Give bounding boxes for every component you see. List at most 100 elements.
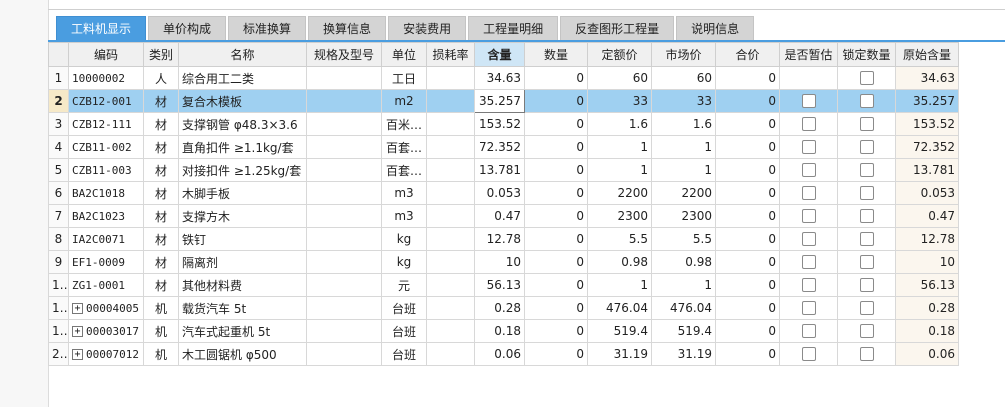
lock-quantity-checkbox[interactable] [859, 163, 874, 178]
spec-cell[interactable] [306, 296, 382, 320]
total-cell[interactable]: 0 [715, 181, 780, 205]
unit-cell[interactable]: m3 [381, 204, 427, 228]
header-category[interactable]: 类别 [143, 42, 179, 67]
quantity-cell[interactable]: 0 [524, 342, 588, 366]
header-unit[interactable]: 单位 [381, 42, 427, 67]
market-price-cell[interactable]: 5.5 [651, 227, 716, 251]
spec-cell[interactable] [306, 273, 382, 297]
provisional-checkbox[interactable] [801, 324, 816, 339]
provisional-checkbox[interactable] [801, 301, 816, 316]
quantity-cell[interactable]: 0 [524, 66, 588, 90]
name-cell[interactable]: 木工圆锯机 φ500 [178, 342, 307, 366]
provisional-checkbox[interactable] [801, 163, 816, 178]
unit-cell[interactable]: m3 [381, 181, 427, 205]
content-cell[interactable]: 34.63 [474, 66, 525, 90]
quota-price-cell[interactable]: 33 [587, 89, 652, 113]
quantity-cell[interactable]: 0 [524, 319, 588, 343]
total-cell[interactable]: 0 [715, 112, 780, 136]
tab-conversion-info[interactable]: 换算信息 [308, 16, 387, 40]
content-cell[interactable]: 0.47 [474, 204, 525, 228]
quota-price-cell[interactable]: 60 [587, 66, 652, 90]
unit-cell[interactable]: 台班 [381, 319, 427, 343]
market-price-cell[interactable]: 476.04 [651, 296, 716, 320]
lock-quantity-checkbox[interactable] [859, 278, 874, 293]
name-cell[interactable]: 支撑钢管 φ48.3×3.6 [178, 112, 307, 136]
total-cell[interactable]: 0 [715, 319, 780, 343]
provisional-checkbox[interactable] [801, 209, 816, 224]
loss-rate-cell[interactable] [426, 296, 475, 320]
quantity-cell[interactable]: 0 [524, 158, 588, 182]
content-cell[interactable]: 35.257 [474, 89, 525, 113]
market-price-cell[interactable]: 1 [651, 158, 716, 182]
header-content[interactable]: 含量 [474, 42, 525, 67]
quantity-cell[interactable]: 0 [524, 273, 588, 297]
provisional-checkbox[interactable] [801, 140, 816, 155]
name-cell[interactable]: 其他材料费 [178, 273, 307, 297]
content-cell[interactable]: 0.053 [474, 181, 525, 205]
tab-reverse-graphic-quantity[interactable]: 反查图形工程量 [560, 16, 675, 40]
loss-rate-cell[interactable] [426, 250, 475, 274]
quantity-cell[interactable]: 0 [524, 112, 588, 136]
market-price-cell[interactable]: 1 [651, 273, 716, 297]
lock-quantity-checkbox[interactable] [859, 209, 874, 224]
total-cell[interactable]: 0 [715, 135, 780, 159]
total-cell[interactable]: 0 [715, 158, 780, 182]
expand-icon[interactable]: + [72, 326, 83, 337]
quantity-cell[interactable]: 0 [524, 296, 588, 320]
quota-price-cell[interactable]: 519.4 [587, 319, 652, 343]
quantity-cell[interactable]: 0 [524, 227, 588, 251]
spec-cell[interactable] [306, 204, 382, 228]
provisional-checkbox[interactable] [801, 347, 816, 362]
content-cell[interactable]: 10 [474, 250, 525, 274]
loss-rate-cell[interactable] [426, 342, 475, 366]
loss-rate-cell[interactable] [426, 181, 475, 205]
code-cell[interactable]: EF1-0009 [68, 250, 144, 274]
code-cell[interactable]: CZB12-111 [68, 112, 144, 136]
total-cell[interactable]: 0 [715, 250, 780, 274]
quantity-cell[interactable]: 0 [524, 181, 588, 205]
tab-description-info[interactable]: 说明信息 [676, 16, 755, 40]
tab-labor-material-machine[interactable]: 工料机显示 [56, 16, 147, 40]
total-cell[interactable]: 0 [715, 342, 780, 366]
code-cell[interactable]: +00004005 [68, 296, 144, 320]
spec-cell[interactable] [306, 250, 382, 274]
provisional-checkbox[interactable] [801, 255, 816, 270]
loss-rate-cell[interactable] [426, 112, 475, 136]
quota-price-cell[interactable]: 0.98 [587, 250, 652, 274]
lock-quantity-checkbox[interactable] [859, 117, 874, 132]
spec-cell[interactable] [306, 66, 382, 90]
unit-cell[interactable]: 元 [381, 273, 427, 297]
market-price-cell[interactable]: 60 [651, 66, 716, 90]
quantity-cell[interactable]: 0 [524, 204, 588, 228]
quota-price-cell[interactable]: 476.04 [587, 296, 652, 320]
code-cell[interactable]: +00007012 [68, 342, 144, 366]
header-quota-price[interactable]: 定额价 [587, 42, 652, 67]
code-cell[interactable]: +00003017 [68, 319, 144, 343]
spec-cell[interactable] [306, 158, 382, 182]
table-row[interactable]: 19 +00003017 机汽车式起重机 5t 台班 0.18 0 519.4 519.4 0 0… [48, 319, 959, 343]
header-lock-quantity[interactable]: 锁定数量 [837, 42, 896, 67]
loss-rate-cell[interactable] [426, 89, 475, 113]
name-cell[interactable]: 载货汽车 5t [178, 296, 307, 320]
lock-quantity-checkbox[interactable] [859, 232, 874, 247]
category-cell[interactable]: 机 [143, 296, 179, 320]
tab-installation-cost[interactable]: 安装费用 [388, 16, 467, 40]
provisional-checkbox[interactable] [801, 278, 816, 293]
provisional-checkbox[interactable] [801, 186, 816, 201]
market-price-cell[interactable]: 33 [651, 89, 716, 113]
header-original-content[interactable]: 原始含量 [895, 42, 959, 67]
header-total[interactable]: 合价 [715, 42, 780, 67]
header-loss-rate[interactable]: 损耗率 [426, 42, 475, 67]
name-cell[interactable]: 铁钉 [178, 227, 307, 251]
provisional-checkbox[interactable] [801, 232, 816, 247]
content-cell[interactable]: 72.352 [474, 135, 525, 159]
expand-icon[interactable]: + [72, 303, 83, 314]
quantity-cell[interactable]: 0 [524, 250, 588, 274]
table-row[interactable]: 11 +00004005 机载货汽车 5t 台班 0.28 0 476.04 476.04 0 0… [48, 296, 959, 320]
unit-cell[interactable]: m2 [381, 89, 427, 113]
lock-quantity-checkbox[interactable] [859, 347, 874, 362]
code-cell[interactable]: BA2C1018 [68, 181, 144, 205]
loss-rate-cell[interactable] [426, 158, 475, 182]
loss-rate-cell[interactable] [426, 204, 475, 228]
table-row[interactable]: 5 CZB11-003 材对接扣件 ≥1.25kg/套 百套… 13.781 0 1 1 0 13… [48, 158, 959, 182]
